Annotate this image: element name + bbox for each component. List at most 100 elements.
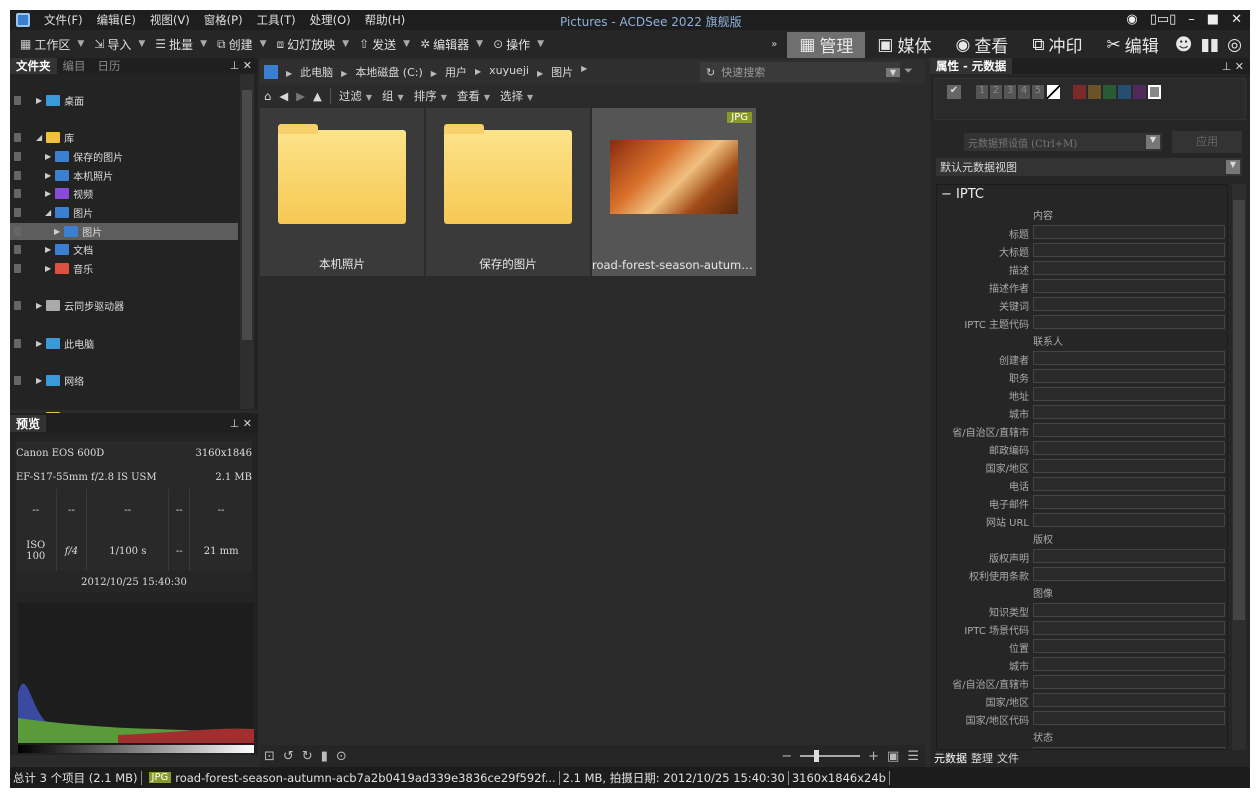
menu-view[interactable]: 视图(V) xyxy=(150,12,190,28)
menu-tools[interactable]: 工具(T) xyxy=(257,12,296,28)
zoom-out-button[interactable]: − xyxy=(781,749,792,764)
metadata-view-select[interactable]: 默认元数据视图 ▼ xyxy=(936,158,1242,176)
apply-button[interactable]: 应用 xyxy=(1172,131,1242,153)
metadata-field[interactable] xyxy=(1033,549,1225,563)
pin-close-icon[interactable]: ⊥ ✕ xyxy=(1222,60,1244,73)
batch-rename-icon[interactable]: ⊡ xyxy=(264,749,275,764)
metadata-field[interactable] xyxy=(1033,495,1225,509)
thumbnail-folder[interactable]: 本机照片 xyxy=(260,108,424,276)
maximize-button[interactable]: ■ xyxy=(1207,12,1219,27)
zoom-in-button[interactable]: + xyxy=(868,749,879,764)
breadcrumb-item[interactable]: ▶ xuyueji xyxy=(475,64,529,80)
people-icon[interactable]: ☻ xyxy=(1171,32,1197,58)
metadata-preset-select[interactable]: 元数据预设值 (Ctrl+M) ▼ xyxy=(964,133,1162,151)
tree-item[interactable]: ▶ 桌面 xyxy=(10,92,238,109)
account-icon[interactable]: ◉ xyxy=(1126,12,1137,27)
tree-item[interactable]: ▶ 此电脑 xyxy=(10,335,238,352)
expand-arrow-icon[interactable]: ◢ xyxy=(36,133,42,142)
expand-arrow-icon[interactable]: ▶ xyxy=(45,171,51,180)
metadata-field[interactable] xyxy=(1033,477,1225,491)
back-icon[interactable]: ◀ xyxy=(279,89,288,103)
tab-file[interactable]: 文件 xyxy=(997,750,1019,766)
metadata-field[interactable] xyxy=(1033,279,1225,293)
rotate-right-icon[interactable]: ↻ xyxy=(302,749,313,764)
details-view-icon[interactable]: ☰ xyxy=(907,749,919,764)
metadata-field[interactable] xyxy=(1033,441,1225,455)
pin-close-icon[interactable]: ⊥ ✕ xyxy=(230,59,252,72)
breadcrumb-item[interactable]: ▶ 图片 xyxy=(537,64,573,80)
mode-media[interactable]: ▣ 媒体 xyxy=(865,32,943,58)
slider-handle[interactable] xyxy=(814,750,820,762)
mode-edit[interactable]: ✂ 编辑 xyxy=(1094,32,1170,58)
expand-arrow-icon[interactable]: ▶ xyxy=(45,264,51,273)
collapse-icon[interactable]: − xyxy=(941,187,956,202)
slideshow-button[interactable]: ⧈ 幻灯放映 ▼ xyxy=(277,36,350,53)
editor-button[interactable]: ✲ 编辑器 ▼ xyxy=(420,36,483,53)
expand-arrow-icon[interactable]: ▶ xyxy=(45,245,51,254)
metadata-field[interactable] xyxy=(1033,369,1225,383)
tree-item[interactable]: ▶ 图片 xyxy=(10,223,238,240)
batch-button[interactable]: ☰ 批量 ▼ xyxy=(155,36,207,53)
tree-item[interactable]: ▶ 保存的图片 xyxy=(10,148,238,165)
color-label-button[interactable] xyxy=(1088,85,1101,99)
forward-icon[interactable]: ▶ xyxy=(296,89,305,103)
tab-folders[interactable]: 文件夹 xyxy=(10,57,57,74)
metadata-field[interactable] xyxy=(1033,675,1225,689)
search-dropdown[interactable]: ▼ xyxy=(886,67,900,77)
tab-catalog[interactable]: 编目 xyxy=(57,58,92,74)
iptc-header[interactable]: − IPTC xyxy=(941,187,984,202)
tag-checkbox[interactable]: ✔ xyxy=(947,85,961,99)
browser-menu-1[interactable]: 组 ▼ xyxy=(382,88,404,104)
tree-scrollbar[interactable] xyxy=(240,74,254,409)
up-icon[interactable]: ▲ xyxy=(313,89,322,103)
metadata-field[interactable] xyxy=(1033,423,1225,437)
thumbnail-view-icon[interactable]: ▣ xyxy=(887,749,899,764)
refresh-icon[interactable]: ↻ xyxy=(706,66,715,79)
color-label-button[interactable] xyxy=(1148,85,1161,99)
metadata-field[interactable] xyxy=(1033,621,1225,635)
filter-icon[interactable]: ⏷ xyxy=(904,64,913,78)
thumbnail-image[interactable]: JPG road-forest-season-autumn... xyxy=(592,108,756,276)
mode-develop[interactable]: ⧉ 冲印 xyxy=(1020,32,1094,58)
home-icon[interactable]: ⌂ xyxy=(264,89,271,103)
metadata-field[interactable] xyxy=(1033,693,1225,707)
tree-item[interactable]: ▶ 云同步驱动器 xyxy=(10,297,238,314)
tree-item[interactable]: ◢ 图片 xyxy=(10,204,238,221)
mode-manage[interactable]: ▦ 管理 xyxy=(787,31,866,58)
expand-arrow-icon[interactable]: ▶ xyxy=(54,227,60,236)
clear-rating-icon[interactable] xyxy=(1047,85,1060,99)
menu-help[interactable]: 帮助(H) xyxy=(365,12,406,28)
metadata-field[interactable] xyxy=(1033,459,1225,473)
tab-calendar[interactable]: 日历 xyxy=(92,58,127,74)
rating-3-button[interactable]: 3 xyxy=(1004,85,1016,99)
overflow-icon[interactable]: » xyxy=(771,39,777,50)
expand-arrow-icon[interactable]: ▶ xyxy=(45,189,51,198)
rotate-left-icon[interactable]: ↺ xyxy=(283,749,294,764)
quick-search[interactable]: ↻ 快速搜索 ▼ xyxy=(700,62,900,82)
properties-scrollbar[interactable] xyxy=(1232,184,1246,750)
import-button[interactable]: ⇲ 导入 ▼ xyxy=(94,36,145,53)
chevron-right-icon[interactable]: ▶ xyxy=(581,64,587,80)
expand-arrow-icon[interactable]: ▶ xyxy=(36,96,42,105)
tree-item[interactable]: ▶ 音乐 xyxy=(10,260,238,277)
metadata-field[interactable] xyxy=(1033,351,1225,365)
browser-menu-4[interactable]: 选择 ▼ xyxy=(500,88,533,104)
browser-menu-0[interactable]: 过滤 ▼ xyxy=(339,88,372,104)
color-label-button[interactable] xyxy=(1073,85,1086,99)
tree-item[interactable]: ▶ 网络 xyxy=(10,372,238,389)
browser-menu-3[interactable]: 查看 ▼ xyxy=(457,88,490,104)
pin-close-icon[interactable]: ⊥ ✕ xyxy=(230,417,252,430)
browser-menu-2[interactable]: 排序 ▼ xyxy=(414,88,447,104)
rating-5-button[interactable]: 5 xyxy=(1032,85,1044,99)
color-label-button[interactable] xyxy=(1103,85,1116,99)
metadata-field[interactable] xyxy=(1033,567,1225,581)
menu-pane[interactable]: 窗格(P) xyxy=(204,12,243,28)
breadcrumb-item[interactable]: ▶ 本地磁盘 (C:) xyxy=(341,64,423,80)
color-label-button[interactable] xyxy=(1118,85,1131,99)
metadata-field[interactable] xyxy=(1033,639,1225,653)
metadata-field[interactable] xyxy=(1033,261,1225,275)
color-label-button[interactable] xyxy=(1133,85,1146,99)
tree-item[interactable]: ▶ 本机照片 xyxy=(10,167,238,184)
thumbnail-folder[interactable]: 保存的图片 xyxy=(426,108,590,276)
thumbnail-size-slider[interactable] xyxy=(800,750,861,762)
